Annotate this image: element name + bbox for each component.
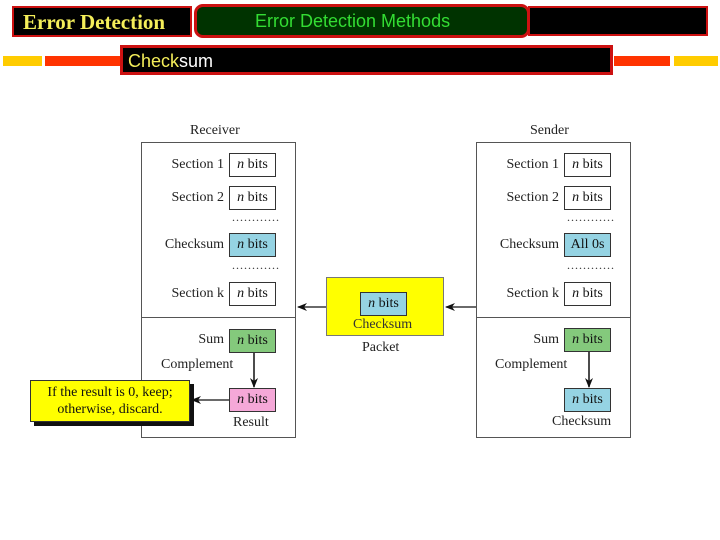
diagram-arrows bbox=[191, 303, 593, 404]
